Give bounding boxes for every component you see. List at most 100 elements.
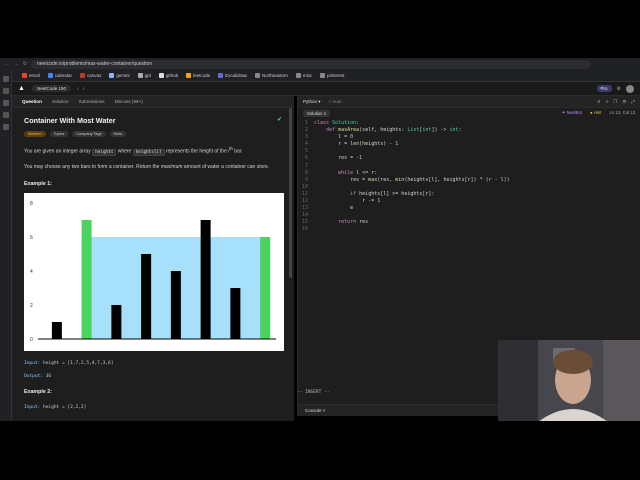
sidebar-app-icon[interactable] (2, 88, 9, 94)
avatar[interactable] (626, 84, 634, 93)
bookmark-item[interactable]: gemini (109, 73, 130, 79)
tab-solution[interactable]: Solution (52, 99, 69, 104)
bar-chart-svg: 0 2 4 6 8 (30, 201, 276, 343)
code-line[interactable]: 2 def maxArea(self, heights: List[int]) … (298, 127, 640, 134)
tab-discuss[interactable]: Discuss (99+) (115, 99, 143, 104)
course-selector[interactable]: NeetCode 150 (32, 85, 72, 92)
code-line[interactable]: 11 if heights[l] >= heights[r]: (298, 191, 640, 198)
reset-icon[interactable]: ↺ (597, 99, 601, 105)
example-2-title: Example 2: (24, 388, 52, 395)
reload-icon[interactable]: ↻ (22, 61, 28, 67)
auto-toggle[interactable]: ○ Auto (329, 99, 342, 104)
sidebar-app-icon[interactable] (2, 76, 9, 82)
back-icon[interactable]: ← (4, 61, 10, 67)
bookmark-item[interactable]: github (158, 73, 178, 79)
bookmark-item[interactable]: misc (295, 73, 312, 79)
next-problem-icon[interactable]: › (83, 86, 85, 92)
desc-text: bar. (234, 148, 243, 155)
tag-row: Medium Topics Company Tags Hints (24, 131, 282, 137)
question-scrollbar[interactable] (289, 108, 292, 278)
company-tags-button[interactable]: Company Tags (72, 131, 106, 137)
line-number: 1 (304, 120, 308, 126)
tab-question[interactable]: Question (22, 99, 42, 104)
neetcode-logo-icon[interactable]: ▲ (18, 85, 26, 93)
line-number: 12 (301, 198, 308, 205)
hints-button[interactable]: Hints (109, 131, 127, 137)
inline-code: heights (92, 148, 117, 156)
line-number: 8 (304, 169, 308, 176)
prev-problem-icon[interactable]: ‹ (77, 86, 79, 92)
bookmark-item[interactable]: pinterest (320, 73, 344, 79)
y-tick-label: 2 (30, 303, 33, 309)
code-area[interactable]: 1 class Solution: 2 def maxArea(self, heig… (298, 118, 640, 234)
topics-button[interactable]: Topics (49, 131, 69, 137)
neetbot-label: NeetBot (566, 110, 582, 115)
code-line[interactable]: 7 (298, 163, 640, 170)
excalidraw-icon (218, 73, 224, 79)
code-line[interactable]: 15 return res (298, 219, 640, 226)
code-line[interactable]: 9 res = max(res, min(heights[l], heights… (298, 177, 640, 184)
y-tick-label: 6 (30, 235, 33, 241)
code-line[interactable]: 14 (298, 212, 640, 219)
code-text: res = max(res, min(heights[l], heights[r… (314, 176, 510, 183)
question-panel: Question Solution Submissions Discuss (9… (12, 96, 294, 421)
code-line[interactable]: 3 l = 0 (298, 134, 640, 141)
browser-tabstrip (0, 0, 640, 58)
sidebar-app-icon[interactable] (2, 100, 9, 106)
bookmark-item[interactable]: calendar (47, 73, 72, 79)
line-number: 14 (301, 212, 308, 219)
description-paragraph-1: You are given an integer array heights w… (24, 145, 282, 156)
example-2-input: Input: height = [2,2,2] (24, 405, 282, 410)
settings-icon[interactable]: ⚙ (617, 86, 621, 92)
code-text: def maxArea(self, heights: List[int]) ->… (326, 127, 462, 134)
y-tick-label: 0 (30, 337, 33, 343)
code-line[interactable]: 4 r = len(heights) - 1 (298, 141, 640, 148)
code-line[interactable]: 6 res = -1 (298, 155, 640, 162)
url-text[interactable]: neetcode.io/problems/max-water-container… (31, 59, 591, 69)
language-selector[interactable]: Python ▾ (303, 99, 321, 105)
code-line[interactable]: 8 while l <= r: (298, 170, 640, 177)
pro-badge[interactable]: Pro (596, 85, 612, 92)
hint-button[interactable]: ● Hint (590, 110, 601, 116)
bookmark-item[interactable]: canvas (80, 73, 101, 79)
code-line[interactable]: 13 e (298, 205, 640, 212)
solution-tab[interactable]: Solution 1 (303, 109, 331, 117)
example-chart: 0 2 4 6 8 (24, 192, 284, 351)
difficulty-badge: Medium (24, 131, 46, 137)
settings-icon[interactable]: ⚙ (622, 99, 626, 105)
tab-submissions[interactable]: Submissions (79, 99, 105, 104)
code-line[interactable]: 1 class Solution: (298, 120, 640, 127)
check-icon: ✓ (276, 117, 282, 123)
code-line[interactable]: 16 (298, 226, 640, 233)
desc-sup: th (229, 146, 233, 151)
bookmark-item[interactable]: Northeastern (254, 73, 288, 79)
bookmark-item[interactable]: email (22, 73, 40, 79)
url-bar[interactable]: ← → ↻ neetcode.io/problems/max-water-con… (0, 58, 640, 70)
desc-emphasis: maximum (160, 163, 183, 170)
chart-bar (170, 270, 181, 339)
copy-icon[interactable]: ❐ (613, 99, 617, 105)
format-icon[interactable]: ≡ (606, 99, 609, 105)
bookmark-item[interactable]: Excalidraw (218, 73, 247, 79)
neetbot-button[interactable]: ✦ NeetBot (562, 110, 582, 116)
folder-icon (295, 73, 301, 79)
code-line[interactable]: 5 (298, 148, 640, 155)
code-text: class Solution: (314, 120, 360, 126)
bookmark-item[interactable]: gpt (137, 73, 151, 79)
problem-title-row: Container With Most Water ✓ (24, 116, 282, 125)
app-header: ▲ NeetCode 150 ‹ › Pro ⚙ (12, 82, 640, 96)
code-line[interactable]: 12 r -= 1 (298, 198, 640, 205)
expand-icon[interactable]: ⤢ (631, 99, 635, 105)
bookmark-item[interactable]: leetcode (186, 73, 210, 79)
auto-label: Auto (332, 99, 342, 104)
sidebar-app-icon[interactable] (2, 112, 9, 118)
code-text: r -= 1 (314, 198, 381, 205)
chart-bar (141, 253, 152, 339)
line-number: 9 (304, 176, 308, 183)
code-text: if heights[l] >= heights[r]: (350, 190, 435, 197)
sidebar-app-icon[interactable] (2, 124, 9, 130)
chart-bar (81, 219, 92, 339)
forward-icon[interactable]: → (13, 61, 19, 67)
gemini-icon (109, 73, 115, 79)
code-line[interactable]: 10 (298, 184, 640, 191)
